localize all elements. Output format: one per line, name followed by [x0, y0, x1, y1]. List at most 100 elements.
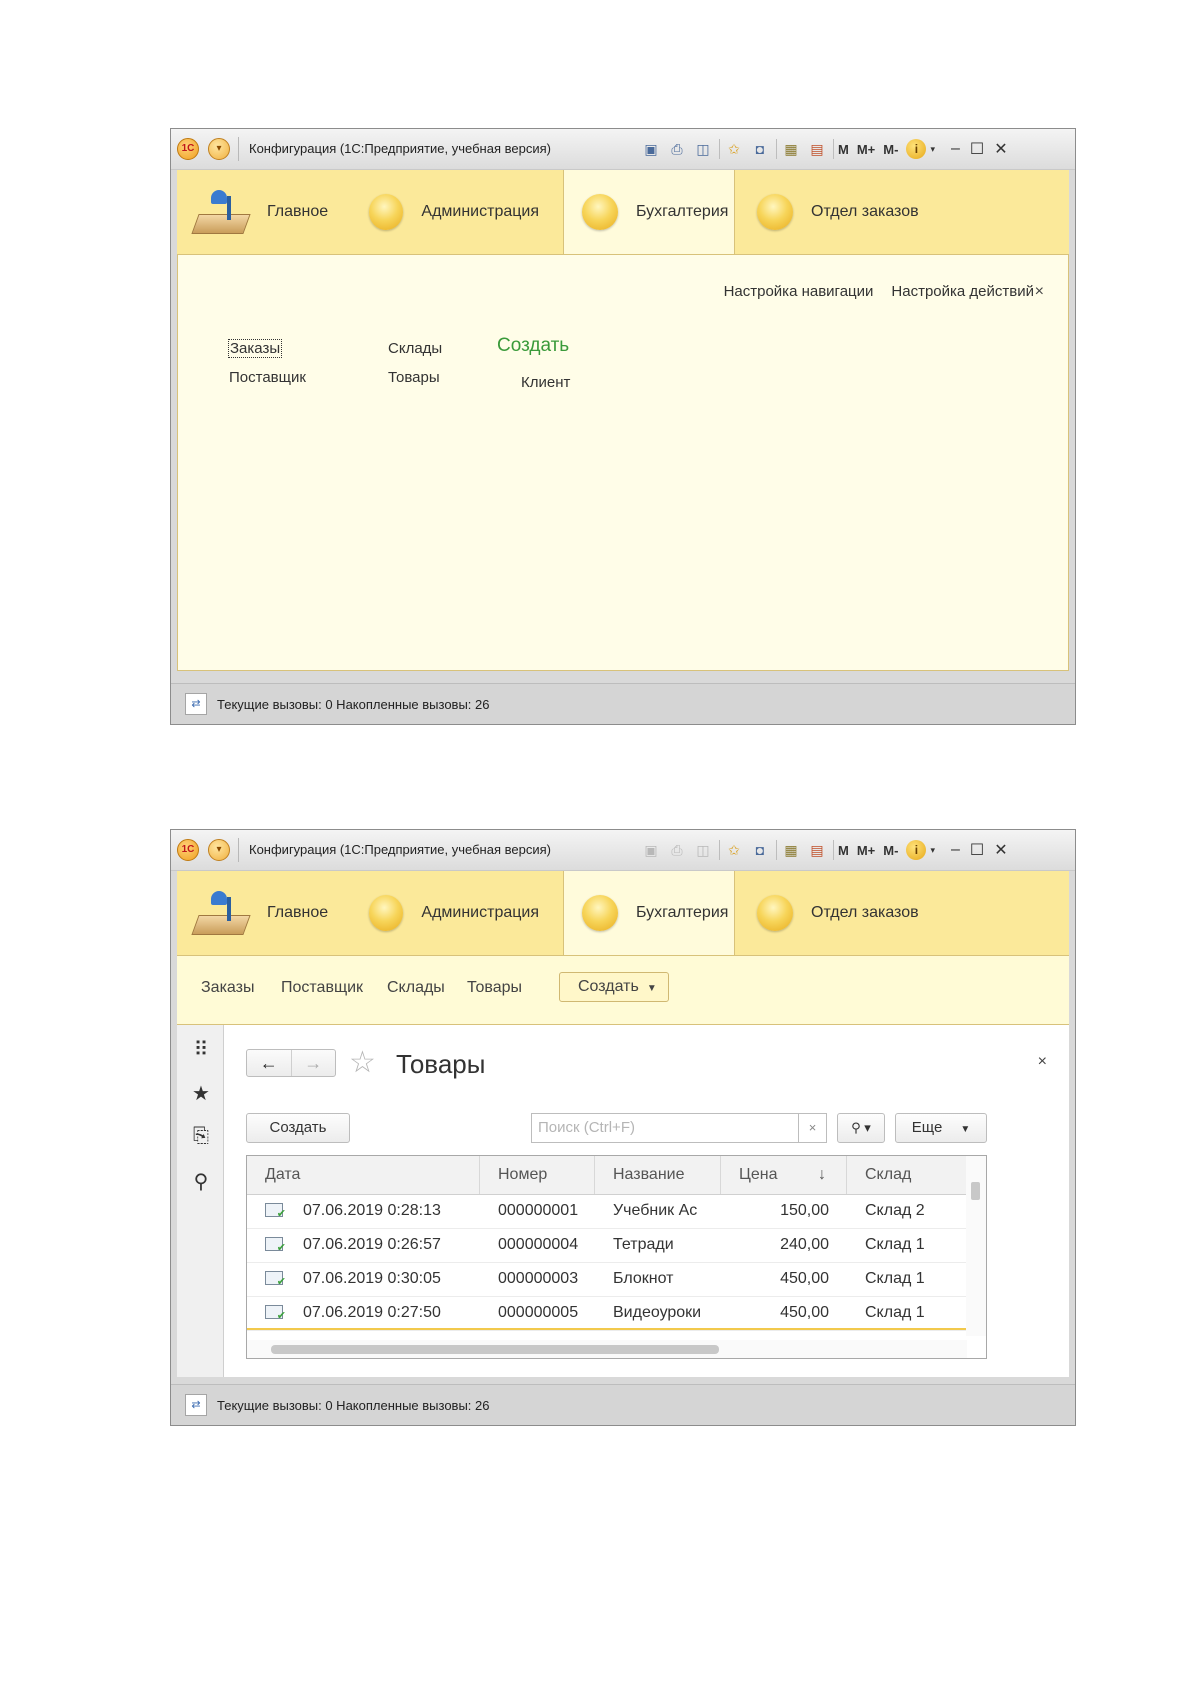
1c-logo-icon[interactable]: 1С: [177, 839, 199, 861]
forward-arrow-icon[interactable]: →: [292, 1050, 336, 1076]
section-main[interactable]: Главное: [191, 170, 341, 254]
status-text: Текущие вызовы: 0 Накопленные вызовы: 26: [217, 696, 490, 712]
cell-number: 000000003: [498, 1270, 579, 1287]
vertical-scrollbar[interactable]: [966, 1156, 986, 1336]
print-icon[interactable]: ⎙: [667, 140, 687, 158]
close-window-icon[interactable]: ✕: [994, 840, 1007, 860]
memory-button[interactable]: M: [838, 843, 849, 858]
add-favorite-star-icon[interactable]: ☆: [349, 1045, 376, 1080]
section-command-bar: Заказы Поставщик Склады Товары Создать ▼: [177, 956, 1069, 1025]
search-input[interactable]: Поиск (Ctrl+F): [531, 1113, 799, 1143]
1c-logo-icon[interactable]: 1С: [177, 138, 199, 160]
apps-grid-icon[interactable]: ⠿: [189, 1037, 213, 1062]
favorites-star-icon[interactable]: ★: [189, 1081, 213, 1106]
goods-table[interactable]: Дата Номер Название Цена ↓ Склад ✔ 07.06…: [246, 1155, 987, 1359]
more-button[interactable]: Еще ▼: [895, 1113, 987, 1143]
cmd-goods[interactable]: Товары: [467, 979, 522, 997]
maximize-icon[interactable]: ☐: [970, 139, 984, 159]
back-arrow-icon[interactable]: ←: [247, 1050, 292, 1076]
memory-minus-button[interactable]: M-: [883, 843, 898, 858]
save-icon[interactable]: ▣: [641, 140, 661, 158]
favorites-icon[interactable]: ✩: [724, 841, 744, 859]
cmd-orders[interactable]: Заказы: [201, 979, 254, 997]
horizontal-scrollbar[interactable]: [247, 1340, 967, 1358]
status-bar: ⇄ Текущие вызовы: 0 Накопленные вызовы: …: [171, 683, 1075, 724]
server-calls-icon[interactable]: ⇄: [185, 1394, 207, 1416]
section-main[interactable]: Главное: [191, 871, 341, 955]
favorites-icon[interactable]: ✩: [724, 140, 744, 158]
close-icon[interactable]: ×: [1035, 283, 1044, 301]
calculator-icon[interactable]: ▦: [781, 140, 801, 158]
table-row[interactable]: ✔ 07.06.2019 0:27:50 000000005 Видеоурок…: [247, 1296, 967, 1331]
memory-minus-button[interactable]: M-: [883, 142, 898, 157]
cmd-supplier[interactable]: Поставщик: [281, 979, 363, 997]
minimize-icon[interactable]: –: [951, 841, 960, 859]
section-accounting[interactable]: Бухгалтерия: [563, 170, 735, 254]
chevron-down-icon[interactable]: ▾: [930, 845, 935, 856]
server-calls-icon[interactable]: ⇄: [185, 693, 207, 715]
more-label: Еще: [911, 1119, 943, 1136]
info-icon[interactable]: i: [906, 139, 927, 159]
table-row[interactable]: ✔ 07.06.2019 0:28:13 000000001 Учебник А…: [247, 1194, 967, 1229]
window-title: Конфигурация (1С:Предприятие, учебная ве…: [249, 842, 551, 857]
create-button[interactable]: Создать: [246, 1113, 350, 1143]
navigation-settings-link[interactable]: Настройка навигации: [724, 283, 874, 300]
table-row[interactable]: ✔ 07.06.2019 0:30:05 000000003 Блокнот 4…: [247, 1262, 967, 1297]
command-goods[interactable]: Товары: [388, 369, 440, 386]
section-orders-dept[interactable]: Отдел заказов: [757, 170, 957, 254]
cell-number: 000000001: [498, 1202, 579, 1219]
section-label: Бухгалтерия: [636, 203, 729, 220]
bookmark-icon[interactable]: ◘: [750, 140, 770, 158]
section-accounting[interactable]: Бухгалтерия: [563, 871, 735, 955]
title-bar: 1С ▾ Конфигурация (1С:Предприятие, учебн…: [171, 830, 1075, 871]
chevron-down-icon[interactable]: ▾: [930, 144, 935, 155]
title-bar: 1С ▾ Конфигурация (1С:Предприятие, учебн…: [171, 129, 1075, 170]
toolbar-separator: [776, 139, 777, 159]
action-settings-link[interactable]: Настройка действий: [891, 283, 1034, 300]
clear-search-icon[interactable]: ×: [799, 1113, 827, 1143]
column-header-date[interactable]: Дата: [247, 1156, 480, 1194]
memory-plus-button[interactable]: M+: [857, 142, 875, 157]
cell-date: 07.06.2019 0:30:05: [303, 1270, 441, 1287]
column-header-number[interactable]: Номер: [480, 1156, 595, 1194]
table-row[interactable]: ✔ 07.06.2019 0:26:57 000000004 Тетради 2…: [247, 1228, 967, 1263]
desk-lamp-icon: [191, 186, 253, 238]
dropdown-caret-icon: ▼: [646, 983, 657, 994]
section-orders-dept[interactable]: Отдел заказов: [757, 871, 957, 955]
memory-plus-button[interactable]: M+: [857, 843, 875, 858]
search-options-button[interactable]: ⚲ ▾: [837, 1113, 885, 1143]
create-menu-button[interactable]: Создать ▼: [559, 972, 669, 1002]
cell-price: 450,00: [780, 1304, 829, 1321]
column-header-price[interactable]: Цена ↓: [721, 1156, 847, 1194]
preview-icon[interactable]: ◫: [693, 140, 713, 158]
calendar-icon[interactable]: ▤: [807, 140, 827, 158]
close-window-icon[interactable]: ✕: [994, 139, 1007, 159]
minimize-icon[interactable]: –: [951, 140, 960, 158]
calculator-icon[interactable]: ▦: [781, 841, 801, 859]
command-orders[interactable]: Заказы: [228, 339, 283, 358]
cmd-warehouses[interactable]: Склады: [387, 979, 445, 997]
vertical-scroll-thumb[interactable]: [971, 1182, 980, 1200]
navigation-settings-area: Настройка навигации Настройка действий ×…: [177, 255, 1069, 671]
main-menu-icon[interactable]: ▾: [208, 138, 230, 160]
column-header-name[interactable]: Название: [595, 1156, 721, 1194]
search-icon[interactable]: ⚲: [189, 1169, 213, 1194]
command-supplier[interactable]: Поставщик: [229, 369, 306, 386]
command-create-client[interactable]: Клиент: [521, 374, 570, 391]
history-icon[interactable]: ⎘: [189, 1125, 213, 1148]
section-administration[interactable]: Администрация: [369, 170, 539, 254]
calendar-icon[interactable]: ▤: [807, 841, 827, 859]
section-administration[interactable]: Администрация: [369, 871, 539, 955]
info-icon[interactable]: i: [906, 840, 927, 860]
command-warehouses[interactable]: Склады: [388, 340, 442, 357]
section-bulb-icon: [757, 895, 793, 931]
cell-warehouse: Склад 2: [865, 1202, 925, 1219]
section-bulb-icon: [582, 194, 618, 230]
horizontal-scroll-thumb[interactable]: [271, 1345, 719, 1354]
main-menu-icon[interactable]: ▾: [208, 839, 230, 861]
close-form-icon[interactable]: ×: [1038, 1053, 1047, 1071]
column-header-warehouse[interactable]: Склад: [847, 1156, 967, 1194]
maximize-icon[interactable]: ☐: [970, 840, 984, 860]
bookmark-icon[interactable]: ◘: [750, 841, 770, 859]
memory-button[interactable]: M: [838, 142, 849, 157]
